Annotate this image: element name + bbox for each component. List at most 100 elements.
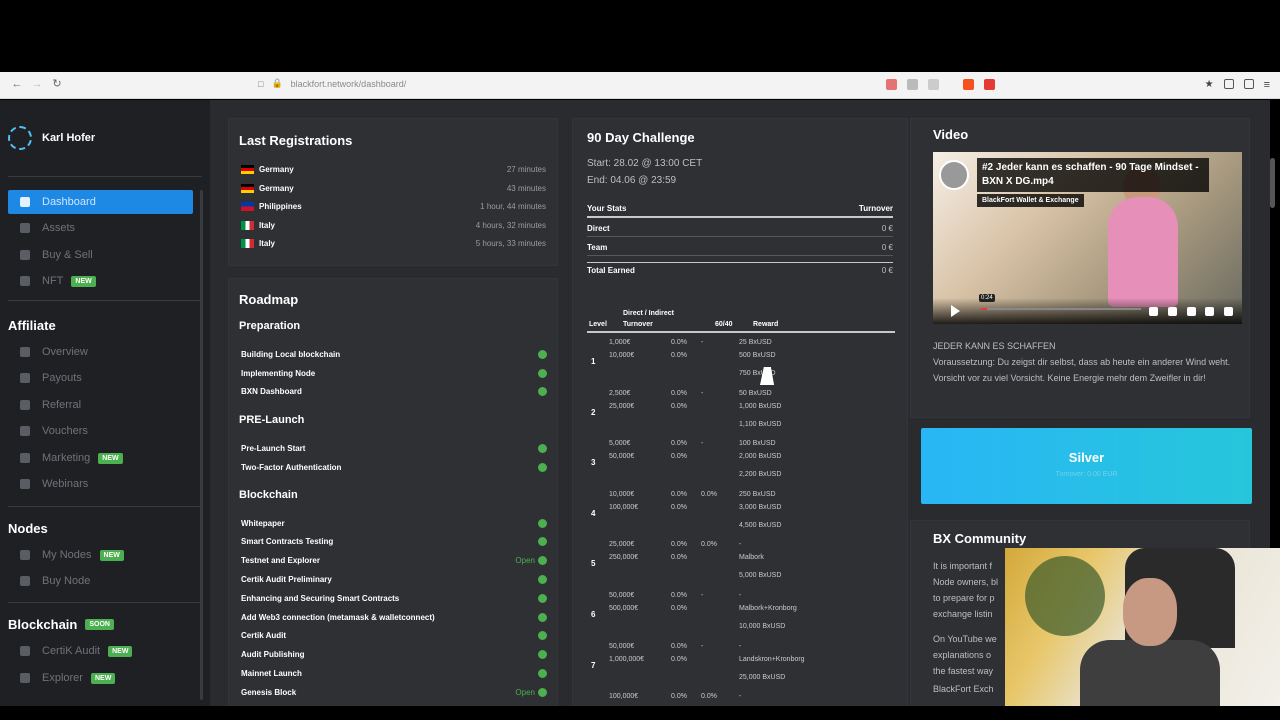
video-channel-label: BlackFort Wallet & Exchange: [977, 194, 1084, 207]
level-reward: Malbork: [739, 554, 764, 562]
sidebar-item-label: Marketing: [42, 452, 91, 464]
sidebar-item-certik-audit[interactable]: CertiK Audit NEW: [8, 639, 193, 663]
bookmark-icon[interactable]: □: [258, 79, 263, 89]
sidebar-item-overview[interactable]: Overview: [8, 340, 193, 364]
level-reward: 2,200 BxUSD: [739, 471, 782, 479]
status-done-icon: [538, 518, 547, 528]
level-ratio: -: [701, 592, 704, 599]
sidebar-item-vouchers[interactable]: Vouchers: [8, 419, 193, 443]
stats-label: Total Earned: [587, 266, 635, 275]
sidebar-toggle-icon[interactable]: [1223, 79, 1234, 89]
registration-time: 5 hours, 33 minutes: [475, 238, 546, 248]
level-turnover: 25,000€: [609, 541, 635, 549]
extension-icons: [886, 79, 995, 90]
sidebar-scrollbar[interactable]: [200, 190, 203, 700]
status-done-icon: [538, 574, 547, 584]
level-percent: 0.0%: [671, 503, 687, 511]
roadmap-item-label: Certik Audit Preliminary: [241, 574, 332, 584]
open-link[interactable]: Open: [515, 688, 535, 697]
extension-icon[interactable]: [907, 79, 918, 90]
roadmap-group-title: Preparation: [239, 320, 301, 332]
community-line: It is important f: [933, 561, 993, 571]
registration-row: Philippines 1 hour, 44 minutes: [241, 197, 546, 215]
level-turnover: 250,000€: [609, 554, 639, 562]
sidebar-item-my-nodes[interactable]: My Nodes NEW: [8, 543, 193, 567]
sidebar-item-label: NFT: [42, 275, 64, 287]
sidebar-item-dashboard[interactable]: Dashboard: [8, 190, 193, 214]
roadmap-item-label: Add Web3 connection (metamask & walletco…: [241, 612, 435, 622]
level-reward: -: [739, 693, 742, 701]
new-badge: NEW: [99, 549, 124, 561]
sidebar-item-buy-sell[interactable]: Buy & Sell: [8, 243, 193, 267]
rewards-icon[interactable]: [984, 79, 995, 90]
sidebar-item-payouts[interactable]: Payouts: [8, 366, 193, 390]
browser-toolbar: ← → ↻ □ 🔒 blackfort.network/dashboard/ ★…: [0, 72, 1280, 99]
settings-icon[interactable]: [1187, 307, 1196, 316]
url-text[interactable]: blackfort.network/dashboard/: [291, 79, 407, 89]
forward-icon[interactable]: →: [26, 78, 48, 90]
stats-header-right: Turnover: [858, 204, 893, 213]
video-player[interactable]: #2 Jeder kann es schaffen - 90 Tage Mind…: [933, 152, 1242, 324]
header-level: Level: [589, 321, 607, 328]
level-ratio: 0.0%: [701, 541, 717, 549]
sidebar-item-assets[interactable]: Assets: [8, 216, 193, 240]
roadmap-item: Genesis Block Open: [241, 683, 547, 701]
divider: [8, 300, 202, 301]
card-title: BX Community: [933, 531, 1027, 546]
profile[interactable]: Karl Hofer: [8, 126, 95, 150]
exchange-icon: [20, 250, 30, 260]
channel-avatar[interactable]: [939, 160, 969, 190]
level-turnover: 100,000€: [609, 693, 639, 701]
level-percent: 0.0%: [671, 453, 687, 461]
level-percent: 0.0%: [671, 554, 687, 562]
sidebar-item-webinars[interactable]: Webinars: [8, 472, 193, 496]
sidebar-item-buy-node[interactable]: Buy Node: [8, 569, 193, 593]
puzzle-icon[interactable]: ★: [1205, 79, 1214, 91]
roadmap-group-title: PRE-Launch: [239, 414, 305, 426]
roadmap-card: Roadmap Preparation Building Local block…: [228, 278, 558, 706]
address-bar[interactable]: □ 🔒 blackfort.network/dashboard/: [258, 78, 406, 89]
extension-icon[interactable]: [886, 79, 897, 90]
community-line: BlackFort Exch: [933, 684, 994, 694]
level-percent: 0.0%: [671, 339, 687, 346]
menu-icon[interactable]: ≡: [1264, 79, 1270, 91]
video-progress-bar[interactable]: [981, 308, 1141, 310]
community-line: On YouTube we: [933, 634, 997, 644]
roadmap-group-title: Blockchain: [239, 489, 298, 501]
webcam-overlay: [1005, 548, 1280, 706]
sidebar-item-label: My Nodes: [42, 549, 92, 561]
play-icon[interactable]: [951, 305, 960, 317]
volume-icon[interactable]: [1149, 307, 1158, 316]
level-reward: -: [739, 592, 742, 599]
sidebar-item-referral[interactable]: Referral: [8, 393, 193, 417]
registration-time: 27 minutes: [506, 164, 546, 174]
pip-icon[interactable]: [1205, 307, 1214, 316]
divider: [8, 176, 202, 177]
shield-icon: [20, 646, 30, 656]
level-number: 1: [591, 357, 596, 366]
open-link[interactable]: Open: [515, 556, 535, 565]
share-icon[interactable]: [928, 79, 939, 90]
stats-row: Direct 0 €: [587, 224, 893, 237]
flag-germany-icon: [241, 164, 254, 174]
stats-row: Total Earned 0 €: [587, 262, 893, 278]
rank-card[interactable]: Silver Turnover: 0.00 EUR: [921, 428, 1252, 504]
registration-time: 43 minutes: [506, 183, 546, 193]
brave-shield-icon[interactable]: [963, 79, 974, 90]
rank-name: Silver: [1068, 450, 1105, 465]
profile-name: Karl Hofer: [42, 132, 96, 144]
sidebar-item-marketing[interactable]: Marketing NEW: [8, 446, 193, 470]
captions-icon[interactable]: [1168, 307, 1177, 316]
new-badge: NEW: [98, 452, 123, 464]
roadmap-item-label: Building Local blockchain: [241, 349, 341, 359]
reload-icon[interactable]: ↻: [46, 77, 68, 90]
wallet-icon[interactable]: [1243, 79, 1254, 89]
page-scrollbar[interactable]: [1270, 158, 1275, 208]
level-percent: 0.0%: [671, 605, 687, 612]
fullscreen-icon[interactable]: [1224, 307, 1233, 316]
webcam-person-body: [1080, 640, 1220, 706]
sidebar-item-nft[interactable]: NFT NEW: [8, 269, 193, 293]
back-icon[interactable]: ←: [6, 78, 28, 90]
sidebar-item-label: Dashboard: [42, 196, 96, 208]
sidebar-item-explorer[interactable]: Explorer NEW: [8, 666, 193, 690]
